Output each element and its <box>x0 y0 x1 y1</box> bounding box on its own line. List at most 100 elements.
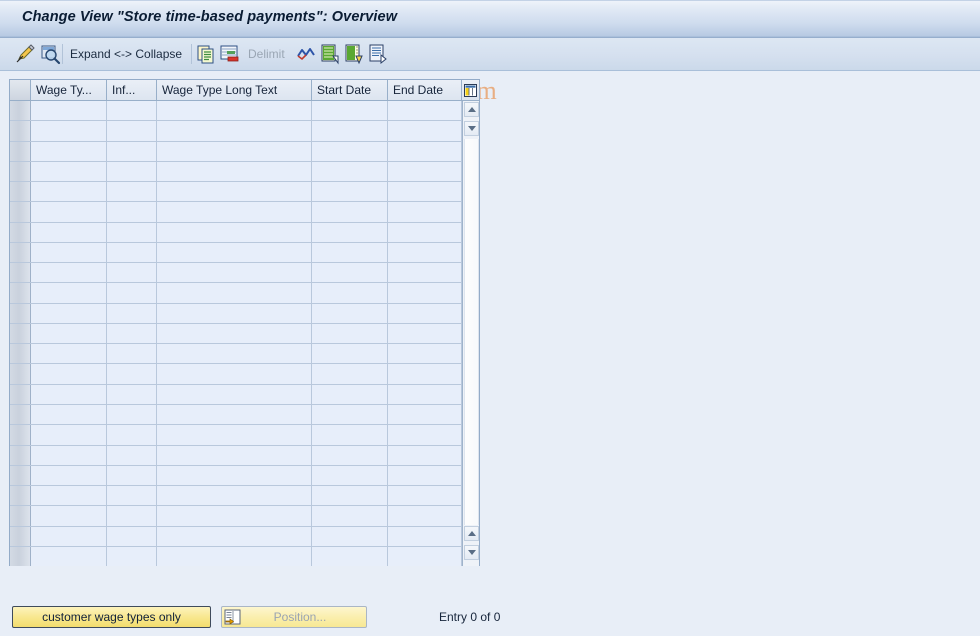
table-row[interactable] <box>10 425 479 446</box>
row-selector-cell[interactable] <box>10 263 31 283</box>
table-cell-wage-type[interactable] <box>31 344 107 364</box>
table-cell-long-text[interactable] <box>157 506 312 526</box>
row-selector-cell[interactable] <box>10 101 31 121</box>
table-cell-infotype[interactable] <box>107 182 157 202</box>
table-cell-infotype[interactable] <box>107 263 157 283</box>
column-header-start-date[interactable]: Start Date <box>312 80 388 100</box>
row-selector-cell[interactable] <box>10 344 31 364</box>
table-cell-infotype[interactable] <box>107 242 157 263</box>
table-cell-infotype[interactable] <box>107 546 157 566</box>
table-cell-wage-type[interactable] <box>31 425 107 445</box>
table-row[interactable] <box>10 384 479 405</box>
table-cell-start-date[interactable] <box>312 546 388 566</box>
row-selector-cell[interactable] <box>10 465 31 486</box>
table-cell-start-date[interactable] <box>312 465 388 486</box>
table-cell-long-text[interactable] <box>157 202 312 222</box>
table-cell-wage-type[interactable] <box>31 445 107 465</box>
table-cell-end-date[interactable] <box>388 486 462 506</box>
table-cell-start-date[interactable] <box>312 182 388 202</box>
table-cell-wage-type[interactable] <box>31 101 107 121</box>
table-cell-wage-type[interactable] <box>31 506 107 526</box>
table-row[interactable] <box>10 506 479 527</box>
table-cell-start-date[interactable] <box>312 323 388 344</box>
row-selector-cell[interactable] <box>10 202 31 222</box>
table-row[interactable] <box>10 242 479 264</box>
table-cell-wage-type[interactable] <box>31 242 107 263</box>
table-cell-infotype[interactable] <box>107 121 157 141</box>
table-cell-end-date[interactable] <box>388 445 462 465</box>
table-cell-wage-type[interactable] <box>31 486 107 506</box>
table-cell-end-date[interactable] <box>388 202 462 222</box>
table-cell-end-date[interactable] <box>388 222 462 242</box>
table-cell-long-text[interactable] <box>157 141 312 161</box>
table-cell-start-date[interactable] <box>312 506 388 526</box>
column-header-infotype[interactable]: Inf... <box>107 80 157 100</box>
table-cell-long-text[interactable] <box>157 364 312 384</box>
row-selector-cell[interactable] <box>10 486 31 506</box>
table-cell-end-date[interactable] <box>388 101 462 121</box>
row-selector-cell[interactable] <box>10 182 31 202</box>
table-cell-long-text[interactable] <box>157 344 312 364</box>
customer-wage-types-only-button[interactable]: customer wage types only <box>12 606 211 628</box>
table-row[interactable] <box>10 202 479 223</box>
table-cell-long-text[interactable] <box>157 182 312 202</box>
table-cell-infotype[interactable] <box>107 141 157 161</box>
table-cell-wage-type[interactable] <box>31 182 107 202</box>
deselect-all-icon[interactable] <box>342 42 366 66</box>
select-all-icon[interactable] <box>318 42 342 66</box>
table-cell-long-text[interactable] <box>157 546 312 566</box>
table-cell-infotype[interactable] <box>107 303 157 323</box>
row-selector-cell[interactable] <box>10 404 31 425</box>
table-cell-infotype[interactable] <box>107 425 157 445</box>
table-cell-wage-type[interactable] <box>31 404 107 425</box>
table-cell-start-date[interactable] <box>312 445 388 465</box>
table-cell-end-date[interactable] <box>388 506 462 526</box>
table-cell-long-text[interactable] <box>157 486 312 506</box>
column-header-long-text[interactable]: Wage Type Long Text <box>157 80 312 100</box>
table-row[interactable] <box>10 222 479 243</box>
table-row[interactable] <box>10 141 479 162</box>
scroll-down-button[interactable] <box>464 121 479 136</box>
row-selector-cell[interactable] <box>10 283 31 303</box>
table-cell-wage-type[interactable] <box>31 161 107 182</box>
table-cell-start-date[interactable] <box>312 384 388 404</box>
table-row[interactable] <box>10 182 479 203</box>
column-header-end-date[interactable]: End Date <box>388 80 462 100</box>
table-cell-long-text[interactable] <box>157 323 312 344</box>
table-cell-wage-type[interactable] <box>31 283 107 303</box>
table-cell-end-date[interactable] <box>388 141 462 161</box>
table-cell-infotype[interactable] <box>107 404 157 425</box>
row-selector-cell[interactable] <box>10 445 31 465</box>
table-cell-infotype[interactable] <box>107 465 157 486</box>
scroll-page-down-button[interactable] <box>464 545 479 560</box>
table-cell-start-date[interactable] <box>312 161 388 182</box>
table-cell-start-date[interactable] <box>312 242 388 263</box>
table-cell-long-text[interactable] <box>157 222 312 242</box>
table-cell-end-date[interactable] <box>388 283 462 303</box>
table-row[interactable] <box>10 445 479 466</box>
table-row[interactable] <box>10 101 479 122</box>
table-cell-wage-type[interactable] <box>31 141 107 161</box>
table-cell-end-date[interactable] <box>388 526 462 546</box>
table-cell-end-date[interactable] <box>388 465 462 486</box>
table-row[interactable] <box>10 465 479 487</box>
table-cell-wage-type[interactable] <box>31 222 107 242</box>
display-search-icon[interactable] <box>38 42 62 66</box>
table-row[interactable] <box>10 303 479 324</box>
table-cell-end-date[interactable] <box>388 161 462 182</box>
table-cell-wage-type[interactable] <box>31 546 107 566</box>
table-cell-start-date[interactable] <box>312 425 388 445</box>
row-selector-cell[interactable] <box>10 546 31 566</box>
table-cell-infotype[interactable] <box>107 161 157 182</box>
scroll-up-button[interactable] <box>464 102 479 117</box>
table-cell-long-text[interactable] <box>157 404 312 425</box>
table-cell-end-date[interactable] <box>388 404 462 425</box>
expand-collapse-button[interactable]: Expand <-> Collapse <box>66 42 186 66</box>
table-row[interactable] <box>10 344 479 365</box>
table-cell-start-date[interactable] <box>312 141 388 161</box>
table-row[interactable] <box>10 404 479 426</box>
table-vertical-scrollbar[interactable] <box>462 101 479 566</box>
row-selector-cell[interactable] <box>10 364 31 384</box>
table-settings-icon[interactable] <box>462 80 479 100</box>
table-cell-start-date[interactable] <box>312 101 388 121</box>
